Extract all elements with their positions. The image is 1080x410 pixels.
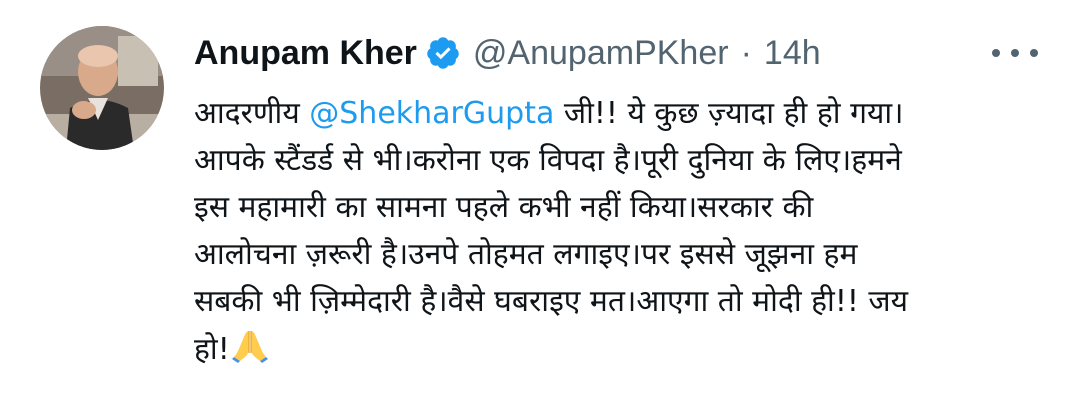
author-handle[interactable]: @AnupamPKher xyxy=(473,34,729,73)
tweet-line-2: आपके स्टैंडर्ड से भी।करोना एक विपदा है।प… xyxy=(194,143,902,178)
tweet-text-segment: आदरणीय xyxy=(194,96,310,131)
avatar-photo xyxy=(40,26,164,150)
tweet-text-segment: जी!! ये कुछ ज़्यादा ही हो गया। xyxy=(554,96,904,131)
timestamp[interactable]: 14h xyxy=(764,34,821,73)
tweet-line-6: हो! xyxy=(194,325,1044,373)
verified-badge-icon xyxy=(425,35,461,71)
tweet-header: Anupam Kher @AnupamPKher · 14h xyxy=(194,28,821,78)
separator-dot: · xyxy=(740,33,752,72)
tweet-card[interactable]: Anupam Kher @AnupamPKher · 14h आदरणीय @S… xyxy=(0,0,1080,410)
more-options-icon[interactable] xyxy=(992,42,1038,64)
tweet-line-5: सबकी भी ज़िम्मेदारी है।वैसे घबराइए मत।आए… xyxy=(194,284,909,319)
tweet-line-3: इस महामारी का सामना पहले कभी नहीं किया।स… xyxy=(194,190,814,225)
tweet-text: आदरणीय @ShekharGupta जी!! ये कुछ ज़्यादा… xyxy=(194,90,1044,373)
tweet-line-1: आदरणीय @ShekharGupta जी!! ये कुछ ज़्यादा… xyxy=(194,90,1044,137)
avatar[interactable] xyxy=(40,26,164,150)
folded-hands-emoji-icon xyxy=(230,325,270,365)
author-name[interactable]: Anupam Kher xyxy=(194,34,417,73)
tweet-line-4: आलोचना ज़रूरी है।उनपे तोहमत लगाइए।पर इसस… xyxy=(194,237,858,272)
tweet-text-segment: हो! xyxy=(194,332,230,367)
mention-link[interactable]: @ShekharGupta xyxy=(309,96,554,131)
